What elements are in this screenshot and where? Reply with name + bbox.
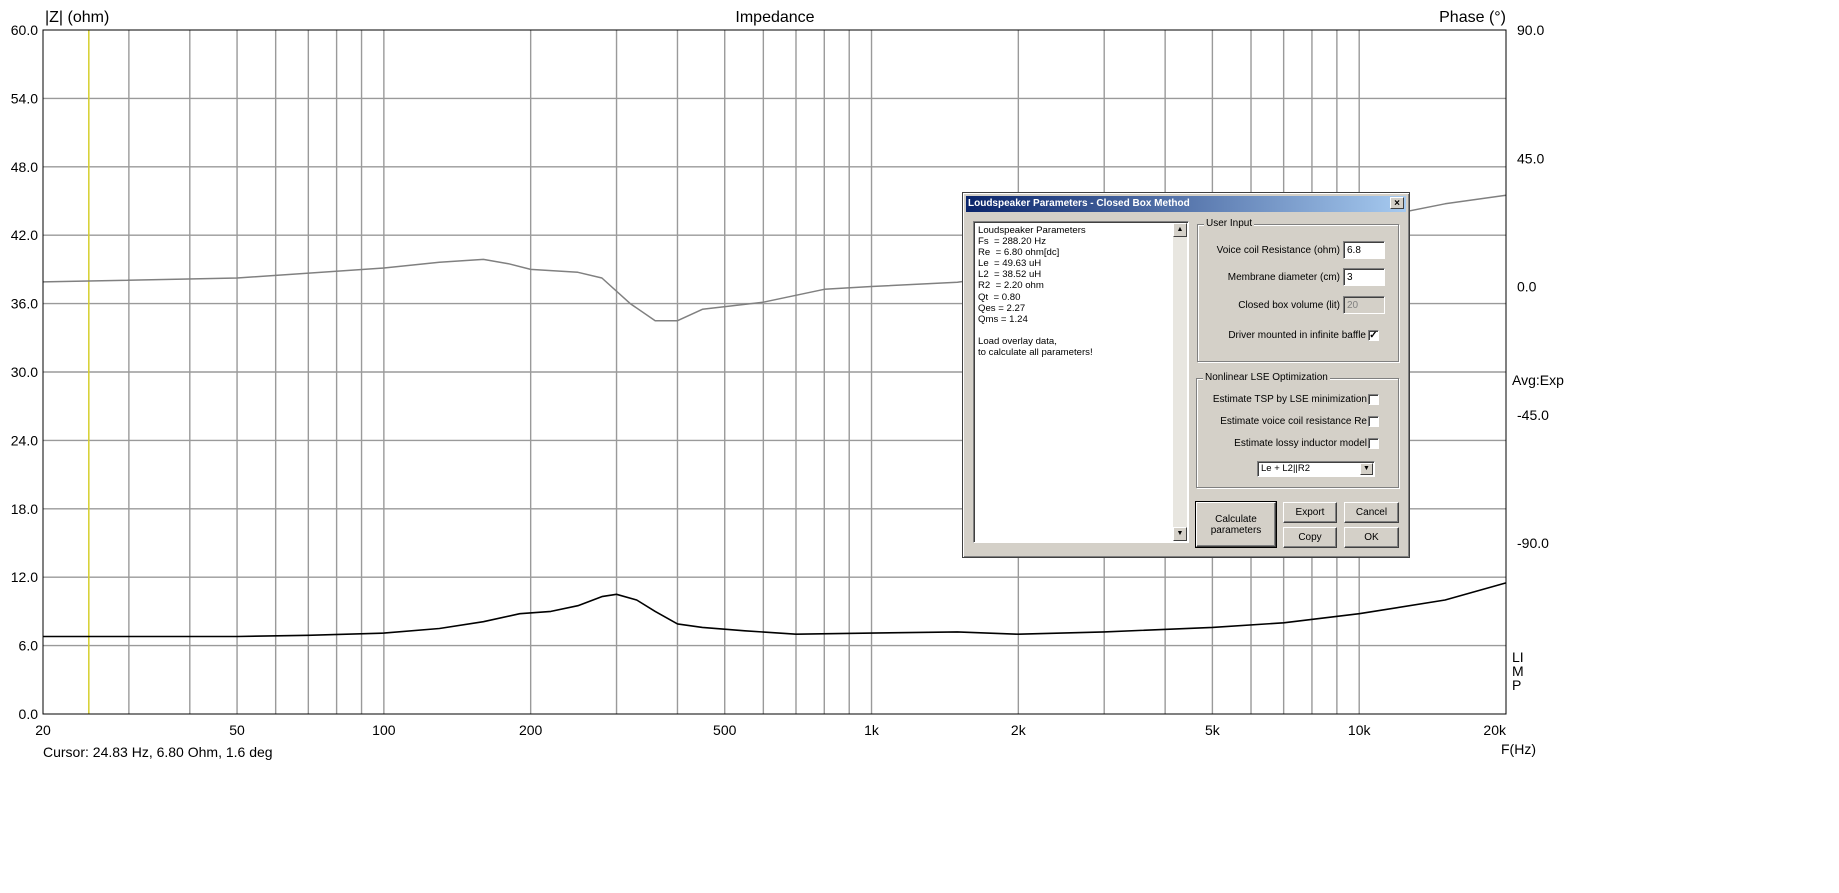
y-tick-label: 54.0: [11, 90, 38, 106]
y-tick-label: 36.0: [11, 296, 38, 312]
membrane-diameter-label: Membrane diameter (cm): [1227, 272, 1340, 283]
y2-tick-label: 45.0: [1517, 150, 1544, 166]
box-volume-label: Closed box volume (lit): [1238, 300, 1340, 311]
dialog-titlebar[interactable]: Loudspeaker Parameters - Closed Box Meth…: [966, 196, 1406, 212]
scroll-up-icon[interactable]: ▲: [1173, 223, 1187, 237]
lse-optimization-group: Nonlinear LSE Optimization Estimate TSP …: [1196, 372, 1399, 488]
y-tick-label: 30.0: [11, 364, 38, 380]
infinite-baffle-checkbox[interactable]: ✓: [1368, 330, 1379, 341]
ok-button[interactable]: OK: [1344, 527, 1399, 548]
impedance-magnitude-line: [43, 582, 1507, 638]
y-tick-label: 24.0: [11, 432, 38, 448]
user-input-title: User Input: [1204, 218, 1255, 230]
lock-impedance-label: LIMP: [1512, 649, 1524, 693]
cancel-button[interactable]: Cancel: [1344, 502, 1399, 523]
lse-optimization-title: Nonlinear LSE Optimization: [1203, 372, 1330, 384]
estimate-lossy-label: Estimate lossy inductor model: [1234, 438, 1367, 449]
right-axis-label: Phase (°): [1439, 9, 1506, 26]
y-tick-label: 12.0: [11, 569, 38, 585]
results-text: Loudspeaker Parameters Fs = 288.20 Hz Re…: [978, 225, 1093, 359]
x-tick-label: 1k: [864, 722, 880, 738]
estimate-tsp-checkbox[interactable]: [1368, 394, 1379, 405]
estimate-re-label: Estimate voice coil resistance Re: [1220, 416, 1367, 427]
chevron-down-icon[interactable]: ▼: [1360, 463, 1373, 475]
box-volume-input: [1343, 296, 1385, 314]
infinite-baffle-label: Driver mounted in infinite baffle: [1228, 330, 1366, 341]
estimate-lossy-checkbox[interactable]: [1368, 438, 1379, 449]
calculate-parameters-label: Calculate parameters: [1210, 513, 1262, 536]
x-tick-label: 10k: [1348, 722, 1372, 738]
chart-title: Impedance: [735, 9, 814, 26]
calculate-parameters-button[interactable]: Calculate parameters: [1195, 501, 1277, 548]
y-tick-label: 60.0: [11, 22, 38, 38]
y2-tick-label: 90.0: [1517, 22, 1544, 38]
membrane-diameter-input[interactable]: [1343, 268, 1385, 286]
loudspeaker-parameters-dialog: Loudspeaker Parameters - Closed Box Meth…: [962, 192, 1410, 558]
user-input-group: User Input Voice coil Resistance (ohm) M…: [1197, 218, 1399, 362]
averaging-label: Avg:Exp: [1512, 372, 1564, 388]
x-tick-label: 20k: [1483, 722, 1507, 738]
estimate-tsp-label: Estimate TSP by LSE minimization: [1212, 394, 1367, 405]
y-tick-label: 48.0: [11, 159, 38, 175]
x-tick-label: 50: [229, 722, 245, 738]
dialog-title: Loudspeaker Parameters - Closed Box Meth…: [968, 198, 1190, 209]
estimate-re-checkbox[interactable]: [1368, 416, 1379, 427]
voice-coil-input[interactable]: [1343, 241, 1385, 259]
y2-tick-label: 0.0: [1517, 279, 1537, 295]
left-axis-label: |Z| (ohm): [45, 9, 109, 26]
export-button[interactable]: Export: [1283, 502, 1337, 523]
results-textbox[interactable]: Loudspeaker Parameters Fs = 288.20 Hz Re…: [973, 221, 1189, 543]
x-axis-label: F(Hz): [1501, 741, 1536, 757]
y-tick-label: 42.0: [11, 227, 38, 243]
x-tick-label: 20: [35, 722, 51, 738]
close-icon[interactable]: ×: [1390, 197, 1404, 209]
y2-tick-label: -45.0: [1517, 407, 1549, 423]
inductor-model-select[interactable]: Le + L2||R2 ▼: [1257, 461, 1375, 477]
y-tick-label: 6.0: [19, 638, 39, 654]
copy-button[interactable]: Copy: [1283, 527, 1337, 548]
results-scrollbar[interactable]: ▲ ▼: [1173, 223, 1187, 541]
x-tick-label: 5k: [1205, 722, 1221, 738]
y-tick-label: 18.0: [11, 501, 38, 517]
voice-coil-label: Voice coil Resistance (ohm): [1216, 245, 1340, 256]
x-tick-label: 200: [519, 722, 543, 738]
x-tick-label: 2k: [1011, 722, 1027, 738]
x-tick-label: 500: [713, 722, 737, 738]
y-tick-label: 0.0: [19, 706, 39, 722]
scroll-down-icon[interactable]: ▼: [1173, 527, 1187, 541]
x-tick-label: 100: [372, 722, 396, 738]
cursor-readout: Cursor: 24.83 Hz, 6.80 Ohm, 1.6 deg: [43, 744, 273, 760]
inductor-model-value: Le + L2||R2: [1261, 463, 1311, 474]
y2-tick-label: -90.0: [1517, 535, 1549, 551]
